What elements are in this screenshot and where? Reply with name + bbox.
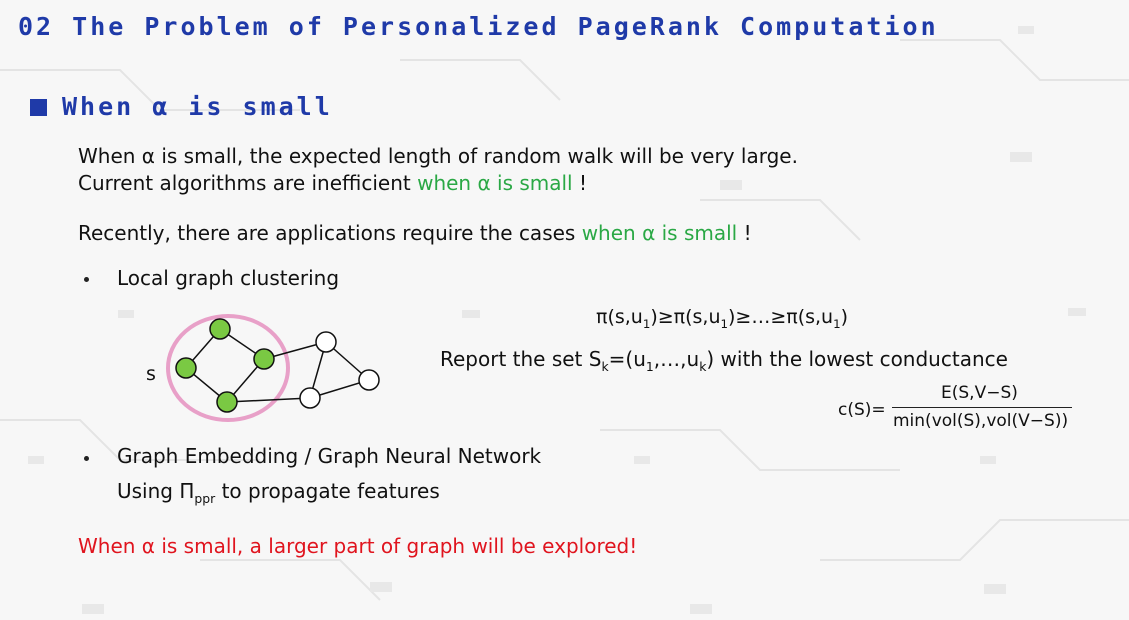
fraction-bar bbox=[892, 407, 1072, 408]
graph-node bbox=[358, 369, 380, 391]
ordering-part-1: π(s,u bbox=[596, 306, 643, 328]
graph-node bbox=[315, 331, 337, 353]
bullet2-subline: Using Πppr to propagate features bbox=[117, 479, 440, 506]
ordering-part-2: )≥π(s,u bbox=[650, 306, 721, 328]
graph-node-source bbox=[175, 357, 197, 379]
bullet-dot-1 bbox=[84, 277, 89, 282]
para2-highlight: when α is small bbox=[581, 221, 738, 245]
section-bullet-square bbox=[30, 99, 47, 116]
cluster-graph-diagram bbox=[166, 314, 380, 422]
graph-node bbox=[253, 348, 275, 370]
graph-node bbox=[299, 387, 321, 409]
para1-line1: When α is small, the expected length of … bbox=[78, 144, 798, 168]
report-sub-k: k bbox=[601, 359, 609, 374]
para1-highlight: when α is small bbox=[417, 171, 573, 195]
bullet-dot-2 bbox=[84, 456, 89, 461]
bullet2-label: Graph Embedding / Graph Neural Network bbox=[117, 444, 542, 468]
conductance-denominator: min(vol(S),vol(V−S)) bbox=[893, 411, 1069, 431]
conclusion-text: When α is small, a larger part of graph … bbox=[78, 534, 638, 558]
report-set-text: Report the set Sk=(u1,…,uk) with the low… bbox=[440, 347, 1008, 374]
ppr-ordering-formula: π(s,u1)≥π(s,u1)≥…≥π(s,u1) bbox=[596, 306, 848, 331]
report-part-1: Report the set S bbox=[440, 347, 602, 371]
report-part-4: ) with the lowest conductance bbox=[706, 347, 1008, 371]
report-part-3: ,…,u bbox=[653, 347, 700, 371]
ordering-sub-3: 1 bbox=[833, 316, 841, 331]
ordering-part-3: )≥…≥π(s,u bbox=[728, 306, 834, 328]
report-part-2: =(u bbox=[608, 347, 646, 371]
section-heading: When α is small bbox=[62, 92, 333, 121]
conductance-numerator: E(S,V−S) bbox=[941, 383, 1018, 403]
ordering-part-4: ) bbox=[840, 306, 849, 328]
graph-node bbox=[216, 391, 238, 413]
para1-line2: Current algorithms are inefficient when … bbox=[78, 171, 587, 195]
bullet1-label: Local graph clustering bbox=[117, 266, 340, 290]
para1-line2-text: Current algorithms are inefficient bbox=[78, 171, 418, 195]
para2-line: Recently, there are applications require… bbox=[78, 221, 752, 245]
conductance-lhs: c(S)= bbox=[838, 400, 886, 420]
bullet2-sub-end: to propagate features bbox=[215, 479, 440, 503]
bullet2-sub-text: Using Π bbox=[117, 479, 195, 503]
graph-node bbox=[209, 318, 231, 340]
ordering-sub-2: 1 bbox=[720, 316, 729, 331]
source-node-label: s bbox=[146, 363, 156, 385]
para1-line2-end: ! bbox=[572, 171, 587, 195]
report-sub-1: 1 bbox=[645, 359, 654, 374]
para2-text: Recently, there are applications require… bbox=[78, 221, 582, 245]
bullet2-sub-ppr: ppr bbox=[194, 491, 216, 506]
para2-end: ! bbox=[737, 221, 752, 245]
slide-title: 02 The Problem of Personalized PageRank … bbox=[18, 12, 939, 41]
